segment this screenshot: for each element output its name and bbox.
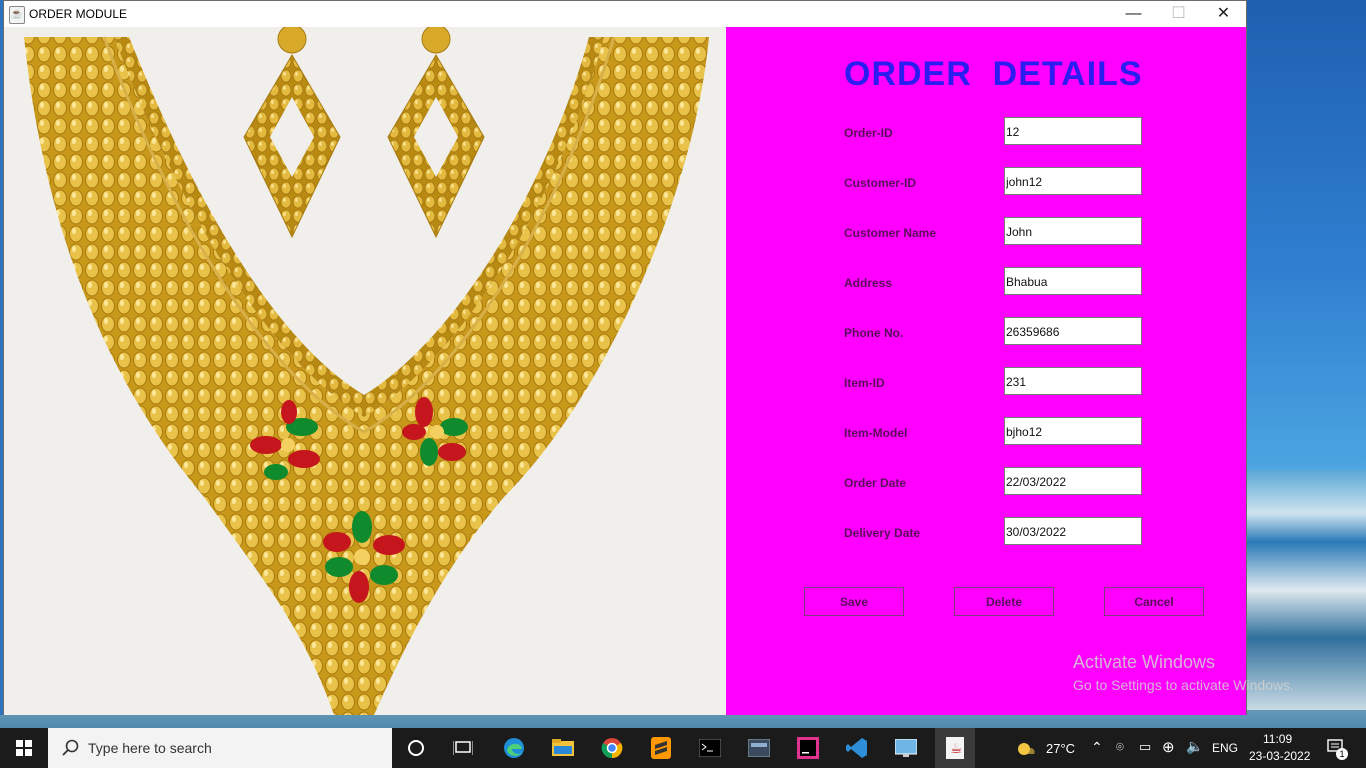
order-id-label: Order-ID: [844, 126, 893, 140]
notification-center-icon[interactable]: 1: [1322, 728, 1352, 768]
item-id-field[interactable]: [1004, 367, 1142, 395]
java-taskbar-icon[interactable]: ☕: [935, 728, 975, 768]
address-field[interactable]: [1004, 267, 1142, 295]
delivery-date-field[interactable]: [1004, 517, 1142, 545]
remote-desktop-icon[interactable]: [886, 728, 926, 768]
item-model-field[interactable]: [1004, 417, 1142, 445]
delete-button[interactable]: Delete: [954, 587, 1054, 616]
phone-label: Phone No.: [844, 326, 904, 340]
address-label: Address: [844, 276, 893, 290]
terminal-icon[interactable]: [690, 728, 730, 768]
phone-field[interactable]: [1004, 317, 1142, 345]
vscode-icon[interactable]: [837, 728, 877, 768]
item-model-label: Item-Model: [844, 426, 908, 440]
cancel-button[interactable]: Cancel: [1104, 587, 1204, 616]
task-view-icon[interactable]: [443, 728, 483, 768]
taskbar: Type here to search ☕ 27°C ⌃ ⌾ ▭ ⊕ 🔈 ENG: [0, 728, 1366, 768]
order-date-label: Order Date: [844, 476, 907, 490]
title-bar[interactable]: ☕ ORDER MODULE — ☐ ✕: [4, 1, 1246, 27]
language-indicator[interactable]: ENG: [1212, 741, 1238, 755]
start-button[interactable]: [0, 728, 48, 768]
delivery-date-label: Delivery Date: [844, 526, 921, 540]
file-explorer-icon[interactable]: [543, 728, 583, 768]
edge-icon[interactable]: [494, 728, 534, 768]
window-title: ORDER MODULE: [29, 7, 128, 21]
close-button[interactable]: ✕: [1201, 1, 1246, 27]
weather-temp: 27°C: [1046, 741, 1076, 756]
desktop-wallpaper: [1247, 470, 1366, 710]
page-title: ORDER DETAILS: [844, 55, 1143, 93]
order-date-field[interactable]: [1004, 467, 1142, 495]
save-button[interactable]: Save: [804, 587, 904, 616]
svg-text:☕: ☕: [950, 741, 963, 757]
maximize-button[interactable]: ☐: [1156, 1, 1201, 27]
battery-icon[interactable]: ▭: [1139, 739, 1151, 755]
necklace-image: [4, 27, 726, 715]
customer-name-label: Customer Name: [844, 226, 937, 240]
customer-id-field[interactable]: [1004, 167, 1142, 195]
clock-date[interactable]: 23-03-2022: [1249, 749, 1310, 763]
chevron-up-icon[interactable]: ⌃: [1091, 739, 1103, 756]
taskbar-search[interactable]: Type here to search: [48, 728, 392, 768]
order-details-panel: ORDER DETAILS Order-ID Customer-ID Custo…: [726, 27, 1246, 715]
java-app-icon: ☕: [9, 6, 25, 24]
people-icon[interactable]: ⌾: [1116, 739, 1124, 755]
customer-name-field[interactable]: [1004, 217, 1142, 245]
necklace-illustration: [4, 27, 726, 715]
search-placeholder: Type here to search: [88, 740, 212, 756]
order-id-field[interactable]: [1004, 117, 1142, 145]
sql-client-icon[interactable]: [739, 728, 779, 768]
activation-watermark-hint: Go to Settings to activate Windows.: [1073, 677, 1294, 693]
sublime-text-icon[interactable]: [641, 728, 681, 768]
cortana-icon[interactable]: [396, 728, 436, 768]
item-id-label: Item-ID: [844, 376, 885, 390]
network-icon[interactable]: ⊕: [1162, 738, 1175, 756]
windows-icon: [16, 740, 32, 756]
activation-watermark-title: Activate Windows: [1073, 652, 1216, 672]
minimize-button[interactable]: —: [1111, 1, 1156, 27]
customer-id-label: Customer-ID: [844, 176, 917, 190]
order-module-window: ☕ ORDER MODULE — ☐ ✕ ORDER DETAILS Order…: [3, 0, 1247, 715]
search-icon: [62, 739, 79, 756]
intellij-icon[interactable]: [788, 728, 828, 768]
notification-count: 1: [1336, 748, 1348, 760]
weather-icon[interactable]: [1014, 728, 1038, 768]
clock-time[interactable]: 11:09: [1263, 732, 1292, 746]
volume-icon[interactable]: 🔈: [1186, 738, 1203, 755]
chrome-icon[interactable]: [592, 728, 632, 768]
